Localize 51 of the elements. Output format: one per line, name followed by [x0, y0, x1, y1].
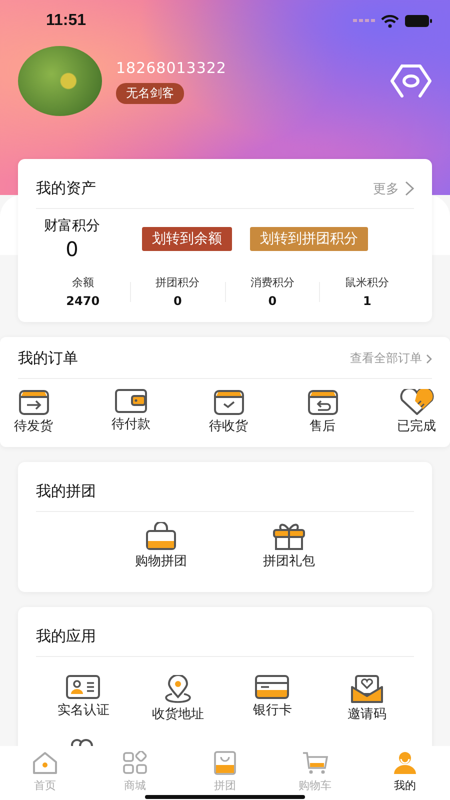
- order-status-button[interactable]: 待发货: [6, 389, 61, 435]
- section-title: 我的订单: [18, 349, 78, 368]
- gift-box-icon: [272, 522, 306, 550]
- bank-card-icon: [255, 675, 290, 699]
- tab[interactable]: 我的: [360, 746, 450, 800]
- section-title: 我的资产: [36, 179, 96, 198]
- nickname-badge: 无名剑客: [116, 82, 184, 104]
- handshake-heart-icon: [398, 389, 434, 415]
- box-icon: [306, 389, 338, 415]
- chevron-right-icon: [405, 181, 414, 196]
- shopping-bag-icon: [145, 522, 177, 550]
- order-status-button[interactable]: 售后: [298, 389, 346, 435]
- settings-icon[interactable]: [390, 64, 432, 98]
- box-icon: [18, 389, 50, 415]
- chevron-right-icon: [426, 354, 432, 364]
- battery-icon: [405, 15, 432, 27]
- app-entry-button[interactable]: 实名认证: [36, 675, 130, 723]
- app-entry-button[interactable]: 邀请码: [320, 675, 414, 723]
- status-time: 11:51: [46, 12, 86, 30]
- signal-icon: [353, 19, 375, 23]
- section-title: 我的应用: [36, 627, 96, 646]
- balance-value: 1: [362, 294, 372, 308]
- balance-label: 鼠米积分: [345, 275, 390, 290]
- shopping-bag-icon: [214, 751, 236, 775]
- order-status-button[interactable]: 待收货: [201, 389, 256, 435]
- section-title: 我的拼团: [36, 482, 96, 501]
- balance-value: 0: [173, 294, 182, 308]
- balance-value: 0: [268, 294, 277, 308]
- transfer-button[interactable]: 划转到余额: [142, 227, 232, 251]
- id-card-icon: [66, 675, 100, 699]
- points-value: 0: [66, 237, 78, 261]
- balance-label: 余额: [72, 275, 94, 290]
- phone-number: 18268013322: [116, 58, 226, 76]
- grid-icon: [123, 751, 147, 775]
- wifi-icon: [381, 14, 399, 28]
- user-icon: [393, 751, 417, 775]
- home-icon: [32, 751, 58, 775]
- wallet-icon: [115, 389, 147, 413]
- order-status-button[interactable]: 已完成: [389, 389, 444, 435]
- app-entry-button[interactable]: 银行卡: [225, 675, 320, 723]
- points-label: 财富积分: [44, 217, 100, 235]
- cart-icon: [302, 751, 328, 775]
- balance-label: 消费积分: [250, 275, 294, 290]
- heart-envelope-icon: [350, 675, 383, 703]
- group-entry-button[interactable]: 购物拼团: [127, 522, 195, 570]
- balance-value: 2470: [66, 294, 100, 308]
- box-icon: [212, 389, 244, 415]
- order-status-button[interactable]: 待付款: [104, 389, 158, 435]
- balance-label: 拼团积分: [156, 275, 200, 290]
- group-entry-button[interactable]: 拼团礼包: [255, 522, 323, 570]
- app-entry-button[interactable]: 收货地址: [130, 675, 225, 723]
